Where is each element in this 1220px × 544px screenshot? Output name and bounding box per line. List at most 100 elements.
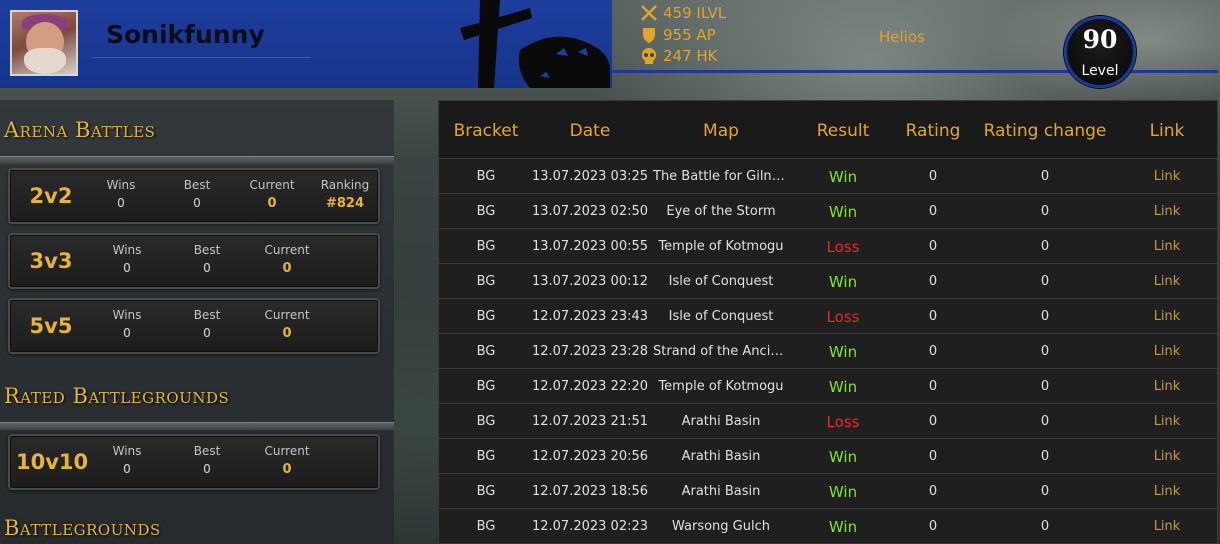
- cell-link[interactable]: Link: [1127, 169, 1207, 184]
- cell-bracket: BG: [476, 169, 496, 184]
- table-row: BG 12.07.2023 23:28 Strand of the Ancients…: [439, 334, 1217, 369]
- header-link[interactable]: Link: [1127, 121, 1207, 141]
- cell-rating: 0: [928, 274, 938, 289]
- cell-map: Temple of Kotmogu: [658, 239, 784, 254]
- cell-bracket: BG: [476, 484, 496, 499]
- table-row: BG 12.07.2023 20:56 Arathi Basin Win 0 0 Link: [439, 439, 1217, 474]
- cell-rating: 0: [928, 204, 938, 219]
- bracket-name: 2v2: [29, 184, 73, 208]
- cell-map: Temple of Kotmogu: [658, 379, 784, 394]
- level-label: Level: [1081, 63, 1119, 79]
- cell-map: Strand of the Ancients: [653, 344, 789, 359]
- header-rating-change[interactable]: Rating change: [975, 121, 1115, 141]
- table-row: BG 12.07.2023 02:23 Warsong Gulch Win 0 0 Link: [439, 509, 1217, 543]
- table-row: BG 13.07.2023 03:25 The Battle for Gilneas…: [439, 159, 1217, 194]
- cell-date: 13.07.2023 00:55: [531, 239, 649, 254]
- level-number: 90: [1082, 25, 1118, 54]
- guild-emblem-icon: [460, 0, 610, 88]
- cell-date: 13.07.2023 02:50: [531, 204, 649, 219]
- battlegrounds-title: Battlegrounds: [4, 516, 161, 540]
- cell-change: 0: [1040, 169, 1050, 184]
- header-date[interactable]: Date: [531, 121, 649, 141]
- cell-date: 12.07.2023 23:43: [531, 309, 649, 324]
- cell-rating: 0: [928, 379, 938, 394]
- character-name: Sonikfunny: [106, 20, 265, 49]
- wins-column: Wins 0: [106, 178, 136, 210]
- cell-result: Win: [828, 203, 858, 221]
- cell-date: 12.07.2023 22:20: [531, 379, 649, 394]
- cell-date: 12.07.2023 23:28: [531, 344, 649, 359]
- cell-change: 0: [1040, 449, 1050, 464]
- cell-bracket: BG: [476, 274, 496, 289]
- cell-rating: 0: [928, 449, 938, 464]
- cell-rating: 0: [928, 344, 938, 359]
- cell-link[interactable]: Link: [1127, 414, 1207, 429]
- cell-link[interactable]: Link: [1127, 449, 1207, 464]
- character-avatar: [10, 10, 78, 76]
- cell-rating: 0: [928, 414, 938, 429]
- wins-column: Wins 0: [112, 444, 142, 476]
- cell-rating: 0: [928, 169, 938, 184]
- cell-link[interactable]: Link: [1127, 484, 1207, 499]
- cell-bracket: BG: [476, 379, 496, 394]
- cell-change: 0: [1040, 519, 1050, 534]
- cell-link[interactable]: Link: [1127, 239, 1207, 254]
- cell-result: Win: [828, 448, 858, 466]
- cell-bracket: BG: [476, 449, 496, 464]
- cell-link[interactable]: Link: [1127, 519, 1207, 534]
- crossed-swords-icon: [641, 5, 657, 21]
- ranking-column: Ranking #824: [320, 178, 370, 211]
- cell-bracket: BG: [476, 309, 496, 324]
- table-row: BG 13.07.2023 00:55 Temple of Kotmogu Loss 0…: [439, 229, 1217, 264]
- table-row: BG 12.07.2023 18:56 Arathi Basin Win 0 0 Link: [439, 474, 1217, 509]
- cell-result: Win: [828, 273, 858, 291]
- bracket-card-10v10[interactable]: 10v10 Wins 0 Best 0 Current 0: [8, 434, 380, 490]
- cell-link[interactable]: Link: [1127, 344, 1207, 359]
- bracket-name: 5v5: [29, 314, 73, 338]
- character-header: Sonikfunny: [0, 0, 612, 88]
- best-column: Best 0: [193, 444, 221, 476]
- cell-bracket: BG: [476, 344, 496, 359]
- divider: [0, 422, 394, 430]
- header-rating[interactable]: Rating: [893, 121, 973, 141]
- table-row: BG 13.07.2023 00:12 Isle of Conquest Win 0 0 L…: [439, 264, 1217, 299]
- cell-date: 13.07.2023 00:12: [531, 274, 649, 289]
- bracket-card-3v3[interactable]: 3v3 Wins 0 Best 0 Current 0: [8, 233, 380, 289]
- cell-rating: 0: [928, 309, 938, 324]
- table-row: BG 13.07.2023 02:50 Eye of the Storm Win 0 0 L…: [439, 194, 1217, 229]
- bracket-card-2v2[interactable]: 2v2 Wins 0 Best 0 Current 0 Ranking #824: [8, 168, 380, 224]
- bracket-card-5v5[interactable]: 5v5 Wins 0 Best 0 Current 0: [8, 298, 380, 354]
- cell-result: Win: [828, 343, 858, 361]
- cell-change: 0: [1040, 239, 1050, 254]
- cell-change: 0: [1040, 379, 1050, 394]
- cell-map: Arathi Basin: [681, 449, 761, 464]
- pvp-brackets-panel: Arena Battles 2v2 Wins 0 Best 0 Current 0 R…: [0, 100, 394, 544]
- header-bracket[interactable]: Bracket: [447, 121, 525, 141]
- level-badge: 90 Level: [1064, 16, 1136, 88]
- table-row: BG 12.07.2023 22:20 Temple of Kotmogu Win 0 0…: [439, 369, 1217, 404]
- cell-link[interactable]: Link: [1127, 379, 1207, 394]
- cell-change: 0: [1040, 204, 1050, 219]
- best-column: Best 0: [183, 178, 211, 210]
- cell-map: Arathi Basin: [681, 414, 761, 429]
- cell-map: Isle of Conquest: [668, 274, 774, 289]
- cell-result: Win: [828, 483, 858, 501]
- divider: [0, 156, 394, 164]
- cell-link[interactable]: Link: [1127, 274, 1207, 289]
- cell-link[interactable]: Link: [1127, 204, 1207, 219]
- cell-bracket: BG: [476, 239, 496, 254]
- cell-bracket: BG: [476, 414, 496, 429]
- realm-name[interactable]: Helios: [879, 28, 925, 46]
- cell-result: Win: [828, 168, 858, 186]
- cell-change: 0: [1040, 274, 1050, 289]
- cell-bracket: BG: [476, 519, 496, 534]
- best-column: Best 0: [193, 243, 221, 275]
- wins-column: Wins 0: [112, 243, 142, 275]
- match-history-table: Bracket Date Map Result Rating Rating ch…: [438, 100, 1218, 544]
- cell-bracket: BG: [476, 204, 496, 219]
- cell-link[interactable]: Link: [1127, 309, 1207, 324]
- header-result[interactable]: Result: [803, 121, 883, 141]
- header-map[interactable]: Map: [649, 121, 793, 141]
- cell-date: 12.07.2023 21:51: [531, 414, 649, 429]
- cell-map: Arathi Basin: [681, 484, 761, 499]
